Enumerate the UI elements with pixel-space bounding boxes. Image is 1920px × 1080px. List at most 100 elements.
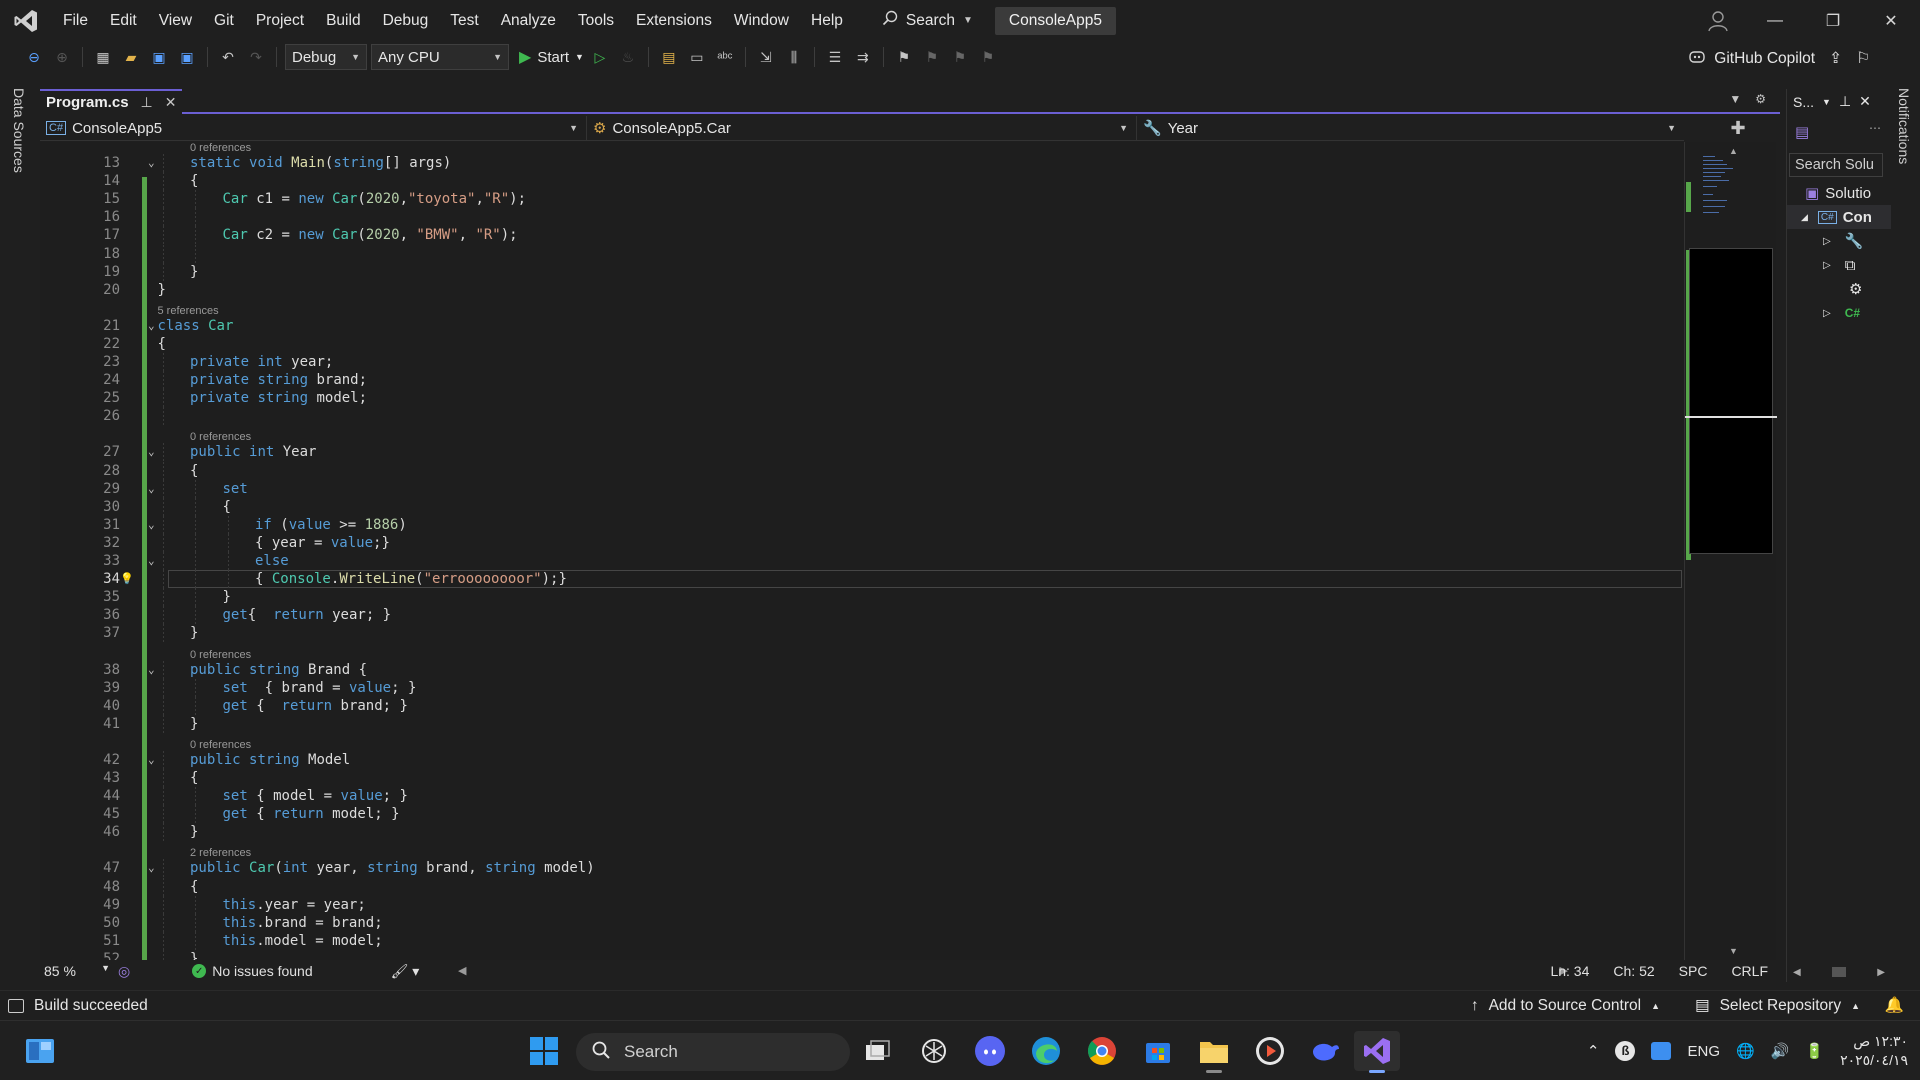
horizontal-scrollbar[interactable]: ◀ ▶	[458, 964, 1568, 978]
fold-toggle-icon[interactable]: ⌄	[148, 480, 155, 498]
code-line[interactable]: 35}	[40, 588, 1684, 607]
bookmark-icon[interactable]: ⚑	[892, 45, 916, 69]
clock[interactable]: ١٢:٣٠ ص ٢٠٢٥/٠٤/١٩	[1840, 1032, 1908, 1070]
menu-item-view[interactable]: View	[148, 0, 203, 41]
code-line[interactable]: 24 private string brand;	[40, 371, 1684, 390]
menu-item-git[interactable]: Git	[203, 0, 245, 41]
lightbulb-icon[interactable]: 💡	[120, 570, 134, 588]
minimize-button[interactable]: —	[1746, 0, 1804, 41]
solution-toolbar-icon[interactable]: ▤	[1795, 123, 1809, 141]
type-dropdown[interactable]: ⚙ ConsoleApp5.Car ▼	[587, 115, 1137, 141]
chrome-browser-icon[interactable]	[1082, 1031, 1122, 1071]
fold-toggle-icon[interactable]: ⌄	[148, 552, 155, 570]
code-line[interactable]: 13 ⌄ static void Main(string[] args)	[40, 154, 1684, 172]
code-line[interactable]: 32 { year = value;}	[40, 533, 1684, 552]
code-line[interactable]: 27 ⌄ public int Year	[40, 443, 1684, 462]
code-editor[interactable]: 0 references 13 ⌄ static void Main(string[]…	[40, 142, 1684, 960]
code-line[interactable]: 15 Car c1 = new Car(2020,"toyota","R");	[40, 190, 1684, 209]
scroll-down-icon[interactable]: ▼	[1729, 946, 1738, 956]
fold-toggle-icon[interactable]: ⌄	[148, 154, 155, 172]
code-line[interactable]: 46}	[40, 823, 1684, 842]
spell-check-icon[interactable]: ᵃᵇᶜ	[713, 45, 737, 69]
tree-node-config[interactable]: ⚙	[1849, 277, 1862, 301]
menu-item-project[interactable]: Project	[245, 0, 315, 41]
navigate-forward-icon[interactable]: ⊕	[50, 45, 74, 69]
task-view-icon[interactable]	[858, 1031, 898, 1071]
code-line[interactable]: 17 Car c2 = new Car(2020, "BMW", "R");	[40, 226, 1684, 245]
menu-item-help[interactable]: Help	[800, 0, 854, 41]
menu-item-edit[interactable]: Edit	[99, 0, 148, 41]
discord-icon[interactable]	[970, 1031, 1010, 1071]
search-button[interactable]: Search ▼	[872, 6, 983, 36]
undo-icon[interactable]: ↶	[216, 45, 240, 69]
whitespace-mode[interactable]: SPC	[1679, 963, 1708, 979]
code-line[interactable]: 39 set { brand = value; }	[40, 678, 1684, 697]
minimap-scrollbar[interactable]: ▲ ▼	[1684, 142, 1777, 960]
scroll-up-icon[interactable]: ▲	[1729, 146, 1738, 156]
code-line[interactable]: 44 set { model = value; }	[40, 787, 1684, 806]
notifications-tab[interactable]: Notifications	[1896, 88, 1912, 164]
network-icon[interactable]: 🌐	[1736, 1042, 1755, 1060]
step-into-icon[interactable]: ⇲	[754, 45, 778, 69]
indent-icon[interactable]: ☰	[823, 45, 847, 69]
menu-item-debug[interactable]: Debug	[372, 0, 440, 41]
solution-node[interactable]: ▣ Solutio	[1805, 181, 1871, 205]
share-icon[interactable]: ⇪	[1829, 49, 1842, 68]
deepseek-icon[interactable]	[1306, 1031, 1346, 1071]
hot-reload-icon[interactable]: ♨	[616, 45, 640, 69]
code-line[interactable]: 34 💡 { Console.WriteLine("erroooooooor");}	[40, 570, 1684, 589]
new-project-icon[interactable]: ▦	[91, 45, 115, 69]
code-line[interactable]: 49 this.year = year;	[40, 895, 1684, 914]
code-line[interactable]: 30 {	[40, 497, 1684, 516]
code-line[interactable]: 41}	[40, 714, 1684, 733]
horizontal-scrollbar[interactable]: ◀ ▶	[1793, 967, 1885, 978]
layout-icon[interactable]: ▭	[685, 45, 709, 69]
menu-item-test[interactable]: Test	[439, 0, 489, 41]
code-cleanup-icon[interactable]: 🖌 ▾	[391, 963, 420, 980]
clear-bookmarks-icon[interactable]: ⚑	[976, 45, 1000, 69]
redo-icon[interactable]: ↷	[244, 45, 268, 69]
edge-browser-icon[interactable]	[1026, 1031, 1066, 1071]
tree-node-properties[interactable]: ▷ 🔧	[1823, 229, 1863, 253]
tab-program-cs[interactable]: Program.cs ⊥ ✕	[40, 89, 183, 114]
fold-toggle-icon[interactable]: ⌄	[148, 443, 155, 461]
fold-toggle-icon[interactable]: ⌄	[148, 859, 155, 877]
close-icon[interactable]: ✕	[165, 94, 177, 111]
menu-item-analyze[interactable]: Analyze	[490, 0, 567, 41]
code-line[interactable]: 50 this.brand = brand;	[40, 913, 1684, 932]
code-line[interactable]: 33 ⌄ else	[40, 552, 1684, 570]
tree-node-program[interactable]: ▷ C#	[1823, 301, 1860, 325]
code-line[interactable]: 48 {	[40, 877, 1684, 896]
code-line[interactable]: 38 ⌄ public string Brand {	[40, 660, 1684, 679]
build-status[interactable]: Build succeeded	[0, 997, 148, 1015]
data-sources-tab[interactable]: Data Sources	[11, 88, 27, 173]
code-line[interactable]: 42 ⌄ public string Model	[40, 750, 1684, 769]
bell-icon[interactable]: 🔔	[1885, 996, 1904, 1015]
add-to-source-control-button[interactable]: ↑ Add to Source Control ▲	[1471, 997, 1660, 1015]
save-icon[interactable]: ▣	[147, 45, 171, 69]
visual-studio-icon[interactable]	[1354, 1031, 1400, 1073]
tray-app-icon[interactable]	[1651, 1042, 1672, 1060]
menu-item-tools[interactable]: Tools	[567, 0, 625, 41]
member-dropdown[interactable]: 🔧 Year ▼	[1137, 116, 1684, 141]
more-icon[interactable]: ⋯	[1869, 121, 1881, 135]
taskbar-search-input[interactable]: Search	[576, 1033, 850, 1071]
code-line[interactable]: 21 ⌄ class Car	[40, 317, 1684, 335]
code-line[interactable]: 43 {	[40, 769, 1684, 787]
code-line[interactable]: 19}	[40, 262, 1684, 281]
code-line[interactable]: 28 {	[40, 461, 1684, 480]
code-line[interactable]: 29 ⌄ set	[40, 479, 1684, 498]
scroll-left-icon[interactable]: ◀	[1793, 967, 1801, 978]
browse-folder-icon[interactable]: ▤	[657, 45, 681, 69]
fold-toggle-icon[interactable]: ⌄	[148, 317, 155, 335]
platform-select[interactable]: Any CPU ▼	[371, 44, 509, 70]
restore-button[interactable]: ❐	[1804, 0, 1862, 41]
scroll-left-icon[interactable]: ◀	[458, 964, 466, 978]
previous-bookmark-icon[interactable]: ⚑	[920, 45, 944, 69]
project-node[interactable]: ◢ C# Con	[1787, 205, 1891, 229]
solution-name-badge[interactable]: ConsoleApp5	[994, 6, 1116, 35]
issues-indicator[interactable]: ✓ No issues found	[192, 963, 313, 979]
code-line[interactable]: 47 ⌄ public Car(int year, string brand, st…	[40, 859, 1684, 878]
open-file-icon[interactable]: ▰	[119, 45, 143, 69]
code-line[interactable]: 16	[40, 208, 1684, 227]
